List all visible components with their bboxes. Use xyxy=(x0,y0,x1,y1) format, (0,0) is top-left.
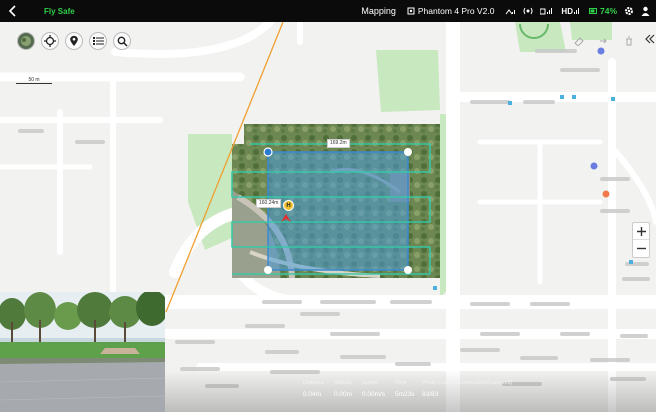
satellite-layer-icon xyxy=(21,36,31,46)
stat-distance: Distance 0.04m xyxy=(303,380,324,398)
battery-status[interactable]: 74% xyxy=(588,6,617,16)
stat-value: 0.04m xyxy=(303,391,322,398)
area-height-label: 160.24m xyxy=(256,199,282,208)
stat-photo-count: Photo Count (Downloaded/Captured) 83/83 xyxy=(422,380,513,398)
stat-label: Altitude xyxy=(334,380,353,386)
minus-icon xyxy=(636,247,646,250)
search-icon xyxy=(117,36,128,47)
camera-preview[interactable] xyxy=(0,292,165,412)
stat-value: 0.00m xyxy=(334,391,353,398)
stat-label: Speed xyxy=(362,380,378,386)
stat-label: Distance xyxy=(303,380,325,386)
hd-signal-bars-icon xyxy=(573,8,579,14)
mission-list-button[interactable] xyxy=(89,32,107,50)
home-point-marker[interactable]: H xyxy=(283,200,294,211)
settings-gear-icon[interactable] xyxy=(624,6,634,16)
aircraft-model[interactable]: Phantom 4 Pro V2.0 xyxy=(407,6,495,16)
top-bar: Fly Safe Mapping Phantom 4 Pro V2.0 HD 7… xyxy=(0,0,656,22)
stat-altitude: Altitude 0.00m xyxy=(334,380,352,398)
obstacle-sensing[interactable] xyxy=(523,7,533,15)
mission-mode[interactable]: Mapping xyxy=(361,6,396,16)
stat-value: 0.00m/s xyxy=(362,391,386,398)
stat-value: 5m23s xyxy=(395,391,415,398)
trash-icon[interactable] xyxy=(624,36,634,46)
hd-label: HD xyxy=(561,6,573,16)
satellite-icon xyxy=(506,9,516,15)
zoom-in-button[interactable] xyxy=(633,223,649,240)
stat-label: Time xyxy=(395,380,408,386)
map-layer-button[interactable] xyxy=(17,32,35,50)
zoom-controls xyxy=(632,222,650,258)
zoom-out-button[interactable] xyxy=(633,240,649,257)
back-button[interactable] xyxy=(0,0,26,22)
telemetry-bar: Distance 0.04m Altitude 0.00m Speed 0.00… xyxy=(165,370,656,412)
gps-signal xyxy=(505,7,516,15)
remote-signal xyxy=(540,7,554,15)
controller-signal-icon xyxy=(540,8,553,15)
location-pin-icon xyxy=(70,35,78,46)
hd-signal: HD xyxy=(561,7,582,16)
locate-aircraft-button[interactable] xyxy=(41,32,59,50)
collapse-panel-button[interactable] xyxy=(644,34,656,48)
vision-sensor-icon xyxy=(523,7,533,15)
battery-percent: 74% xyxy=(599,6,617,16)
aircraft-model-label: Phantom 4 Pro V2.0 xyxy=(417,6,495,16)
stat-speed: Speed 0.00m/s xyxy=(362,380,385,398)
locate-pin-button[interactable] xyxy=(65,32,83,50)
map-scale: 50 m xyxy=(16,77,52,84)
crosshair-icon xyxy=(44,35,56,47)
eraser-icon[interactable] xyxy=(574,36,584,46)
link-icon[interactable] xyxy=(598,36,608,46)
plus-icon xyxy=(636,226,646,236)
camera-feed-image xyxy=(0,292,165,412)
fly-safe-link[interactable]: Fly Safe xyxy=(44,7,75,16)
area-width-label: 169.2m xyxy=(327,139,350,148)
search-button[interactable] xyxy=(113,32,131,50)
double-chevron-icon xyxy=(645,34,655,44)
aircraft-icon xyxy=(407,7,415,15)
battery-icon xyxy=(588,8,597,14)
stat-value: 83/83 xyxy=(422,391,439,398)
stat-time: Time 5m23s xyxy=(395,380,415,398)
stat-label: Photo Count (Downloaded/Captured) xyxy=(422,380,513,386)
back-arrow-icon xyxy=(8,5,16,17)
list-icon xyxy=(92,37,104,45)
account-icon[interactable] xyxy=(641,6,650,16)
